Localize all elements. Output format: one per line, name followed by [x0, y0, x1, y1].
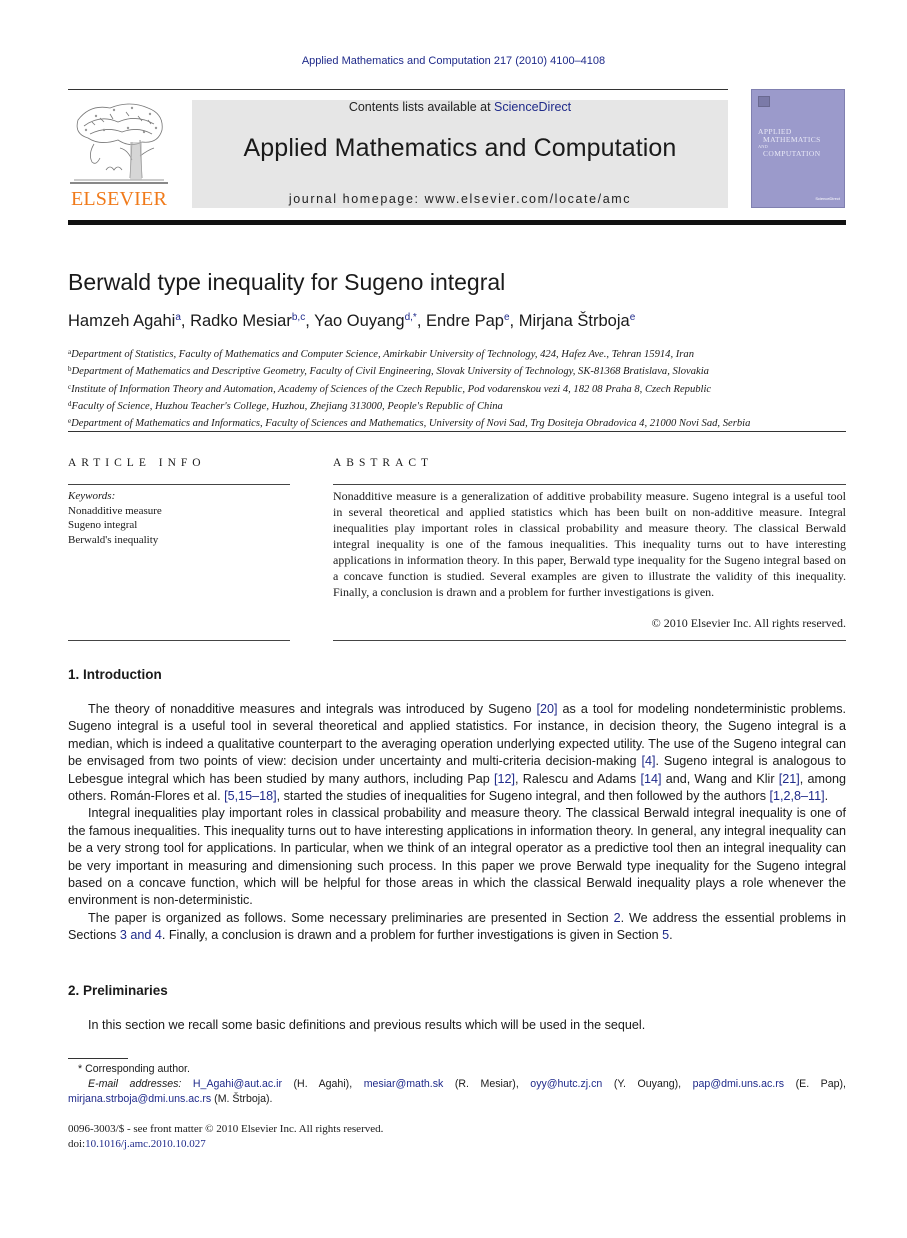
section-heading-preliminaries: 2. Preliminaries — [68, 983, 168, 998]
author-affiliation-marker[interactable]: e — [630, 312, 636, 323]
author-name[interactable]: Hamzeh Agahi — [68, 312, 175, 330]
sciencedirect-link[interactable]: ScienceDirect — [494, 100, 571, 114]
abstract-text: Nonadditive measure is a generalization … — [333, 489, 846, 599]
footnotes: * Corresponding author. E-mail addresses… — [68, 1062, 846, 1107]
citation-link[interactable]: 2 — [614, 911, 621, 925]
author-separator: , — [305, 312, 315, 330]
affiliation-text: Department of Statistics, Faculty of Mat… — [71, 349, 695, 360]
abstract-copyright: © 2010 Elsevier Inc. All rights reserved… — [651, 616, 846, 630]
journal-cover-thumbnail[interactable]: APPLIED MATHEMATICS AND COMPUTATION Scie… — [751, 89, 845, 208]
abstract-rule-top — [333, 484, 846, 485]
paragraph: The paper is organized as follows. Some … — [68, 910, 846, 943]
paragraph: The theory of nonadditive measures and i… — [68, 702, 847, 804]
affiliation-item: dFaculty of Science, Huzhou Teacher's Co… — [68, 397, 858, 414]
affiliation-text: Faculty of Science, Huzhou Teacher's Col… — [71, 400, 503, 412]
contents-available-line: Contents lists available at ScienceDirec… — [192, 100, 728, 114]
journal-banner: Contents lists available at ScienceDirec… — [192, 100, 728, 208]
author-name[interactable]: Endre Pap — [426, 312, 504, 330]
running-head[interactable]: Applied Mathematics and Computation 217 … — [0, 55, 907, 67]
keywords-block: Keywords: Nonadditive measure Sugeno int… — [68, 489, 290, 547]
bottom-metadata: 0096-3003/$ - see front matter © 2010 El… — [68, 1122, 383, 1152]
email-label: E-mail addresses: — [88, 1078, 193, 1090]
affiliation-item: cInstitute of Information Theory and Aut… — [68, 380, 858, 397]
footnote-rule — [68, 1058, 128, 1059]
keyword-item: Sugeno integral — [68, 519, 138, 531]
doi-line: doi:10.1016/j.amc.2010.10.027 — [68, 1137, 383, 1152]
email-link[interactable]: H_Agahi@aut.ac.ir — [193, 1078, 282, 1090]
cover-title-line: COMPUTATION — [763, 149, 821, 158]
paragraph: Integral inequalities play important rol… — [68, 806, 846, 908]
citation-link[interactable]: [20] — [537, 702, 558, 716]
section-divider — [68, 431, 846, 432]
journal-citation-link[interactable]: Applied Mathematics and Computation 217 … — [302, 55, 605, 67]
preliminaries-body: In this section we recall some basic def… — [68, 1017, 846, 1034]
author-separator: , — [416, 312, 426, 330]
citation-link[interactable]: 3 and 4 — [120, 928, 162, 942]
citation-link[interactable]: [14] — [640, 772, 661, 786]
contents-prefix: Contents lists available at — [348, 100, 495, 114]
affiliation-item: eDepartment of Mathematics and Informati… — [68, 414, 858, 431]
cover-elsevier-icon — [758, 96, 770, 107]
keywords-label: Keywords: — [68, 490, 116, 502]
journal-title: Applied Mathematics and Computation — [243, 134, 677, 162]
author-list: Hamzeh Agahia, Radko Mesiarb,c, Yao Ouya… — [68, 312, 635, 331]
elsevier-wordmark: ELSEVIER — [70, 188, 168, 210]
keyword-item: Berwald's inequality — [68, 533, 159, 546]
elsevier-tree-icon — [70, 103, 168, 184]
header-thick-rule — [68, 220, 846, 225]
author-name[interactable]: Yao Ouyang — [314, 312, 405, 330]
paragraph: In this section we recall some basic def… — [88, 1018, 646, 1032]
citation-link[interactable]: [21] — [779, 772, 800, 786]
abstract-heading: ABSTRACT — [333, 457, 434, 469]
affiliation-text: Department of Mathematics and Informatic… — [71, 418, 751, 430]
corresponding-author-note: * Corresponding author. — [78, 1063, 190, 1075]
affiliation-list: aDepartment of Statistics, Faculty of Ma… — [68, 345, 858, 431]
author-affiliation-marker[interactable]: d,* — [405, 312, 417, 323]
author-separator: , — [180, 312, 191, 330]
citation-link[interactable]: [12] — [494, 772, 515, 786]
article-info-rule-bottom — [68, 640, 290, 641]
citation-link[interactable]: [5,15–18] — [224, 789, 277, 803]
issn-line: 0096-3003/$ - see front matter © 2010 El… — [68, 1123, 384, 1135]
abstract-rule-bottom — [333, 640, 846, 641]
email-link[interactable]: pap@dmi.uns.ac.rs — [693, 1078, 784, 1090]
article-info-heading: ARTICLE INFO — [68, 457, 206, 469]
citation-link[interactable]: [4] — [641, 754, 655, 768]
section-heading-introduction: 1. Introduction — [68, 667, 162, 682]
header-top-rule — [68, 89, 728, 90]
cover-title-line: MATHEMATICS — [763, 135, 821, 144]
doi-prefix: doi: — [68, 1138, 86, 1150]
cover-sciencedirect-badge: ScienceDirect — [815, 196, 840, 201]
doi-link[interactable]: 10.1016/j.amc.2010.10.027 — [85, 1138, 206, 1150]
elsevier-logo[interactable]: ELSEVIER — [68, 96, 170, 210]
email-addresses: E-mail addresses: H_Agahi@aut.ac.ir (H. … — [68, 1078, 846, 1105]
author-name[interactable]: Mirjana Štrboja — [519, 312, 630, 330]
citation-link[interactable]: 5 — [662, 928, 669, 942]
article-info-rule-top — [68, 484, 290, 485]
keyword-item: Nonadditive measure — [68, 504, 162, 517]
author-separator: , — [509, 312, 519, 330]
affiliation-item: aDepartment of Statistics, Faculty of Ma… — [68, 345, 858, 362]
author-name[interactable]: Radko Mesiar — [190, 312, 292, 330]
affiliation-item: bDepartment of Mathematics and Descripti… — [68, 362, 858, 379]
author-affiliation-marker[interactable]: b,c — [292, 312, 305, 323]
email-link[interactable]: oyy@hutc.zj.cn — [530, 1078, 602, 1090]
email-link[interactable]: mirjana.strboja@dmi.uns.ac.rs — [68, 1093, 211, 1105]
affiliation-text: Institute of Information Theory and Auto… — [71, 383, 712, 395]
affiliation-text: Department of Mathematics and Descriptiv… — [71, 366, 709, 378]
email-link[interactable]: mesiar@math.sk — [364, 1078, 444, 1090]
citation-link[interactable]: [1,2,8–11] — [770, 789, 825, 803]
introduction-body: The theory of nonadditive measures and i… — [68, 701, 846, 945]
article-title: Berwald type inequality for Sugeno integ… — [68, 269, 506, 295]
journal-homepage[interactable]: journal homepage: www.elsevier.com/locat… — [192, 192, 728, 206]
